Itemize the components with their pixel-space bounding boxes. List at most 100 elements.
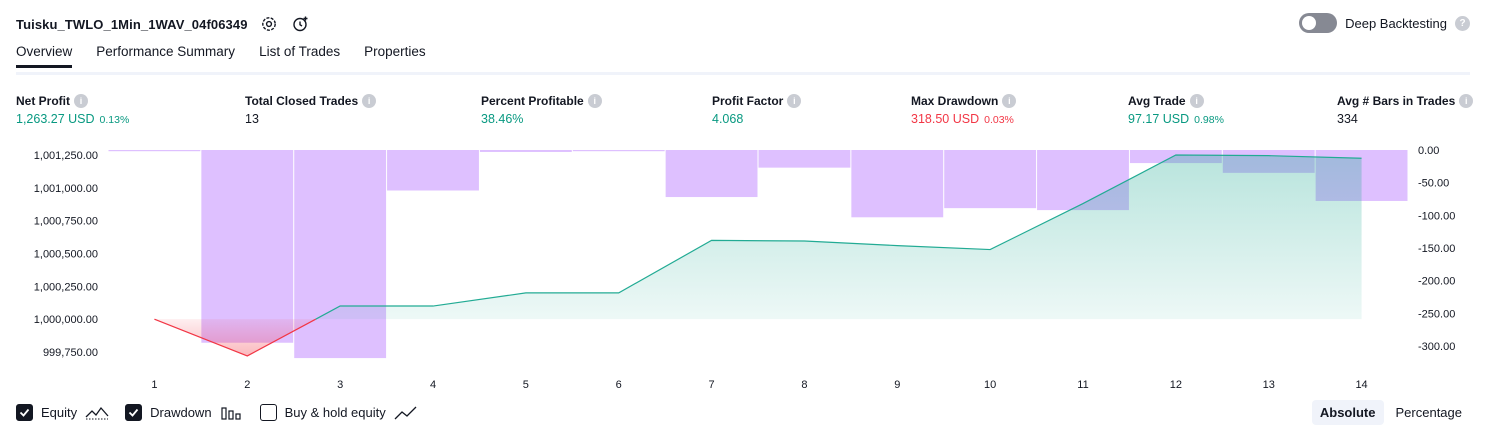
x-axis-tick: 8 <box>801 379 807 391</box>
drawdown-bar <box>665 150 758 198</box>
legend-equity[interactable]: Equity <box>16 404 109 421</box>
right-axis-tick: -300.00 <box>1418 341 1455 353</box>
strategy-name: Tuisku_TWLO_1Min_1WAV_04f06349 <box>16 16 248 32</box>
drawdown-bar <box>944 150 1037 209</box>
metric-total-closed-trades: Total Closed Trades i 13 <box>245 94 377 126</box>
metric-value: 334 <box>1337 112 1358 126</box>
metric-max-drawdown: Max Drawdown i 318.50 USD 0.03% <box>911 94 1017 126</box>
left-axis-tick: 1,001,000.00 <box>34 183 98 195</box>
left-axis-tick: 1,000,000.00 <box>34 314 98 326</box>
help-icon[interactable]: ? <box>1455 15 1470 31</box>
metric-value: 13 <box>245 112 259 126</box>
metric-label: Avg # Bars in Trades <box>1337 94 1456 108</box>
toggle-knob <box>1302 16 1317 30</box>
deep-backtesting-label: Deep Backtesting <box>1345 15 1447 31</box>
tab-overview[interactable]: Overview <box>16 44 73 68</box>
x-axis-tick: 9 <box>894 379 900 391</box>
info-icon[interactable]: i <box>1002 94 1017 108</box>
x-axis-tick: 3 <box>337 379 343 391</box>
metric-label: Profit Factor <box>712 94 784 108</box>
tab-performance-summary[interactable]: Performance Summary <box>96 44 235 68</box>
drawdown-bar <box>201 150 294 343</box>
equity-drawdown-chart[interactable]: 1,001,250.00 1,001,000.00 1,000,750.00 1,00… <box>0 140 1486 395</box>
add-alert-clock-icon[interactable] <box>290 13 312 35</box>
chart-legend: Equity Drawdown Buy & hold equity <box>16 404 418 421</box>
metric-percent: 0.98% <box>1194 114 1224 126</box>
metric-value: 318.50 USD <box>911 112 980 126</box>
metric-profit-factor: Profit Factor i 4.068 <box>712 94 802 126</box>
left-axis-tick: 1,001,250.00 <box>34 150 98 162</box>
chart-svg: 1,001,250.00 1,001,000.00 1,000,750.00 1,00… <box>34 145 1456 391</box>
deep-backtesting-control: Deep Backtesting ? <box>1299 13 1470 33</box>
x-axis-tick: 6 <box>616 379 622 391</box>
right-axis-tick: -150.00 <box>1418 243 1455 255</box>
left-axis-tick: 1,000,500.00 <box>34 249 98 261</box>
metric-label: Total Closed Trades <box>245 94 359 108</box>
deep-backtesting-toggle[interactable] <box>1299 13 1338 33</box>
x-axis-tick: 5 <box>523 379 529 391</box>
legend-label: Drawdown <box>150 405 212 420</box>
right-axis-tick: -250.00 <box>1418 308 1455 320</box>
x-axis-tick: 1 <box>151 379 157 391</box>
legend-buy-hold[interactable]: Buy & hold equity <box>259 404 418 421</box>
right-axis-tick: 0.00 <box>1418 145 1439 157</box>
value-mode-switch: Absolute Percentage <box>1311 400 1471 425</box>
info-icon[interactable]: i <box>362 94 377 108</box>
x-axis-tick: 4 <box>430 379 436 391</box>
metric-avg-bars-in-trades: Avg # Bars in Trades i 334 <box>1337 94 1474 126</box>
right-axis-tick: -50.00 <box>1418 178 1449 190</box>
drawdown-bars-icon <box>220 405 244 421</box>
left-axis-tick: 1,000,250.00 <box>34 281 98 293</box>
legend-drawdown[interactable]: Drawdown <box>125 404 243 421</box>
equity-checkbox[interactable] <box>16 404 33 421</box>
metric-value: 97.17 USD <box>1128 112 1190 126</box>
mode-percentage-button[interactable]: Percentage <box>1388 400 1471 425</box>
x-axis-tick: 14 <box>1355 379 1367 391</box>
left-axis-tick: 999,750.00 <box>43 347 98 359</box>
x-axis: 1 2 3 4 5 6 7 8 9 10 11 12 13 14 <box>151 379 1367 391</box>
info-icon[interactable]: i <box>587 94 602 108</box>
drawdown-bar <box>851 150 944 218</box>
metric-label: Max Drawdown <box>911 94 999 108</box>
metric-label: Net Profit <box>16 94 70 108</box>
x-axis-tick: 13 <box>1263 379 1275 391</box>
legend-label: Equity <box>41 405 78 420</box>
info-icon[interactable]: i <box>787 94 802 108</box>
buy-hold-checkbox[interactable] <box>259 404 277 421</box>
metrics-row: Net Profit i 1,263.27 USD 0.13% Total Clos… <box>16 94 1474 134</box>
strategy-header: Tuisku_TWLO_1Min_1WAV_04f06349 <box>16 12 312 36</box>
metric-label: Avg Trade <box>1128 94 1186 108</box>
right-axis-tick: -200.00 <box>1418 276 1455 288</box>
metric-percent: 0.13% <box>99 114 130 126</box>
drawdown-bar <box>758 150 851 168</box>
tab-properties[interactable]: Properties <box>364 44 426 68</box>
info-icon[interactable]: i <box>1459 94 1474 108</box>
right-axis-tick: -100.00 <box>1418 210 1455 222</box>
metric-value: 38.46% <box>481 112 524 126</box>
x-axis-tick: 12 <box>1170 379 1182 391</box>
info-icon[interactable]: i <box>74 94 88 108</box>
settings-gear-icon[interactable] <box>258 13 280 35</box>
drawdown-bar <box>387 150 479 191</box>
metric-value: 4.068 <box>712 112 744 126</box>
metric-avg-trade: Avg Trade i 97.17 USD 0.98% <box>1128 94 1224 126</box>
buy-hold-line-icon <box>394 405 418 421</box>
info-icon[interactable]: i <box>1189 94 1204 108</box>
drawdown-bar <box>572 150 665 152</box>
legend-label: Buy & hold equity <box>284 405 386 420</box>
mode-absolute-button[interactable]: Absolute <box>1311 400 1384 425</box>
tab-list-of-trades[interactable]: List of Trades <box>259 44 340 68</box>
tab-bar: Overview Performance Summary List of Tra… <box>16 44 426 68</box>
left-axis: 1,001,250.00 1,001,000.00 1,000,750.00 1,00… <box>34 150 98 359</box>
x-axis-tick: 10 <box>984 379 996 391</box>
x-axis-tick: 2 <box>244 379 250 391</box>
metric-net-profit: Net Profit i 1,263.27 USD 0.13% <box>16 94 129 126</box>
left-axis-tick: 1,000,750.00 <box>34 216 98 228</box>
metric-value: 1,263.27 USD <box>16 112 95 126</box>
right-axis: 0.00 -50.00 -100.00 -150.00 -200.00 -250.00 -3… <box>1418 145 1455 353</box>
x-axis-tick: 7 <box>709 379 715 391</box>
metric-label: Percent Profitable <box>481 94 584 108</box>
metric-percent: 0.03% <box>984 114 1014 126</box>
drawdown-bar <box>479 150 572 152</box>
drawdown-checkbox[interactable] <box>125 404 143 421</box>
